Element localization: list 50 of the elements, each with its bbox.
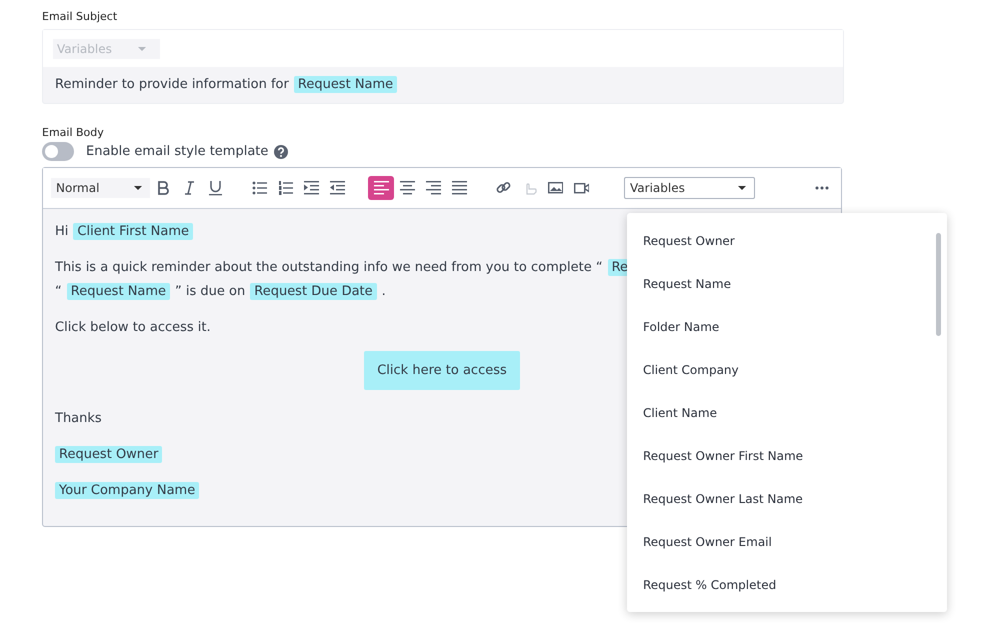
caret-icon bbox=[134, 186, 142, 190]
menu-item[interactable]: Client Company bbox=[643, 354, 947, 397]
menu-item[interactable]: Request Owner Email bbox=[643, 526, 947, 569]
scrollbar-thumb[interactable] bbox=[936, 233, 941, 336]
outdent-icon bbox=[330, 180, 344, 196]
body-text: Reminder to provide information for bbox=[55, 77, 289, 92]
align-right-icon bbox=[426, 180, 440, 196]
format-select[interactable]: Normal bbox=[51, 178, 150, 198]
video-camera-icon bbox=[574, 180, 588, 196]
menu-item[interactable]: Request Name bbox=[643, 268, 947, 311]
bold-icon bbox=[156, 180, 170, 196]
caret-icon bbox=[138, 47, 146, 51]
variable-tag: Client First Name bbox=[73, 222, 194, 240]
body-text: . bbox=[382, 284, 386, 298]
body-text: ” is due on bbox=[175, 284, 246, 298]
menu-item[interactable]: Folder Name bbox=[643, 311, 947, 354]
bullet-list-icon bbox=[252, 180, 266, 196]
field-label: Email Subject bbox=[42, 10, 118, 23]
caret-icon bbox=[738, 186, 746, 190]
variables-select[interactable]: Variables bbox=[624, 177, 755, 199]
underline-icon bbox=[208, 180, 222, 196]
variable-tag: Request Name bbox=[294, 76, 398, 93]
field-label: Email Body bbox=[42, 126, 105, 139]
toggle-switch[interactable] bbox=[42, 142, 74, 161]
numbered-list-icon bbox=[278, 180, 292, 196]
access-button[interactable]: Click here to access bbox=[364, 351, 520, 390]
align-left-button[interactable] bbox=[368, 176, 394, 200]
body-text: This is a quick reminder about the outstanding info we need from you to complete “ bbox=[55, 260, 603, 274]
justify-icon bbox=[452, 180, 466, 196]
variable-tag: Request Due Date bbox=[250, 282, 377, 300]
variable-tag: Your Company Name bbox=[55, 482, 200, 498]
more-dots-icon bbox=[815, 186, 829, 190]
menu-item[interactable]: Request Owner Last Name bbox=[643, 483, 947, 526]
help-icon bbox=[274, 144, 288, 158]
link-icon bbox=[496, 180, 510, 196]
body-text: “ bbox=[55, 284, 62, 298]
menu-item[interactable]: Request Owner bbox=[643, 225, 947, 268]
body-text: Hi bbox=[55, 224, 68, 238]
align-left-icon bbox=[374, 180, 388, 196]
align-center-icon bbox=[400, 180, 414, 196]
body-text: Thanks bbox=[55, 410, 102, 426]
menu-item[interactable]: Request Owner First Name bbox=[643, 440, 947, 483]
image-icon bbox=[548, 180, 562, 196]
menu-item[interactable]: Client Name bbox=[643, 397, 947, 440]
body-text: Click below to access it. bbox=[55, 320, 211, 334]
indent-icon bbox=[304, 180, 318, 196]
menu-item[interactable]: Request % Completed bbox=[643, 569, 947, 612]
variable-tag: Request Name bbox=[66, 282, 170, 300]
toggle-label: Enable email style template bbox=[86, 144, 268, 159]
variable-tag: Request Owner bbox=[55, 446, 162, 462]
